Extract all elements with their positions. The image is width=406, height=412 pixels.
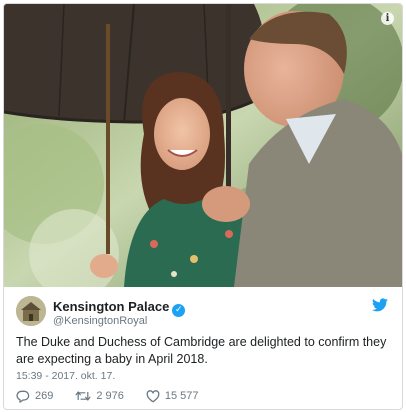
user-handle[interactable]: @KensingtonRoyal bbox=[53, 315, 147, 327]
info-icon[interactable]: i bbox=[381, 12, 394, 25]
tweet-timestamp[interactable]: 15:39 - 2017. okt. 17. bbox=[16, 370, 115, 382]
photo-couple-under-umbrella bbox=[4, 4, 402, 287]
like-count: 15 577 bbox=[164, 390, 199, 402]
tweet-header: Kensington Palace ✓ @KensingtonRoyal bbox=[16, 296, 390, 330]
retweet-icon bbox=[75, 391, 92, 401]
tweet-photo[interactable]: i bbox=[4, 4, 402, 287]
like-button[interactable]: 15 577 bbox=[146, 389, 199, 403]
kensington-palace-logo-icon bbox=[16, 296, 46, 326]
avatar[interactable] bbox=[16, 296, 46, 326]
twitter-bird-icon[interactable] bbox=[372, 298, 388, 317]
reply-icon bbox=[16, 390, 30, 403]
heart-icon bbox=[146, 389, 160, 402]
tweet-actions: 269 2 976 15 577 bbox=[16, 388, 221, 404]
reply-button[interactable]: 269 bbox=[16, 390, 53, 403]
verified-badge-icon: ✓ bbox=[172, 304, 186, 317]
reply-count: 269 bbox=[35, 390, 54, 402]
tweet-text: The Duke and Duchess of Cambridge are de… bbox=[16, 335, 387, 366]
retweet-count: 2 976 bbox=[96, 390, 124, 402]
display-name-text[interactable]: Kensington Palace bbox=[53, 299, 169, 314]
embedded-tweet-card[interactable]: i Kensington Palace ✓ @KensingtonRoyal Th… bbox=[3, 3, 403, 410]
retweet-button[interactable]: 2 976 bbox=[75, 390, 124, 402]
